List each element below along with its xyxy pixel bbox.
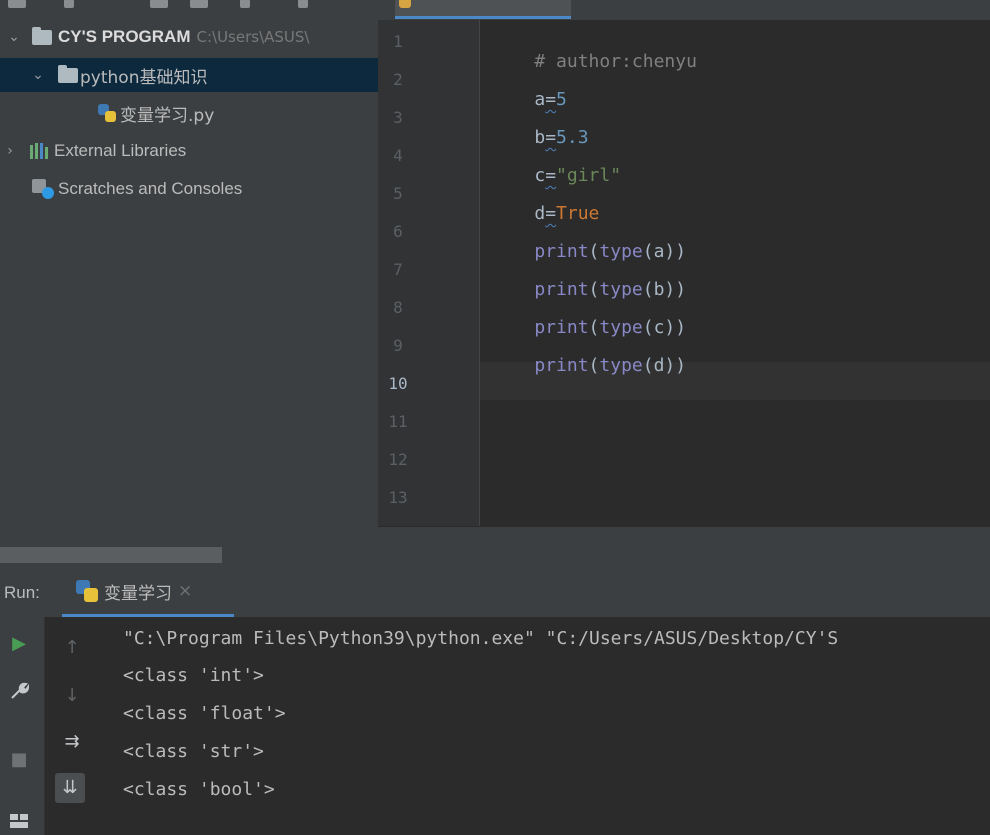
line-number-current: 10 <box>388 374 408 393</box>
project-root-path: C:\Users\ASUS\ <box>196 28 310 46</box>
scratches-label: Scratches and Consoles <box>58 179 243 198</box>
chevron-down-icon[interactable]: ⌄ <box>6 29 22 45</box>
stop-icon[interactable]: ■ <box>8 749 30 770</box>
toolbar-icon[interactable] <box>64 0 74 8</box>
punctuation: ( <box>588 355 600 376</box>
tree-item-folder[interactable]: ⌄ python基础知识 <box>0 58 378 92</box>
folder-icon <box>32 26 52 45</box>
project-root-name: CY'S PROGRAM <box>58 27 191 46</box>
tree-item-file[interactable]: 变量学习.py <box>0 96 378 130</box>
run-panel-label: Run: <box>4 583 40 602</box>
library-icon <box>30 143 48 159</box>
scratches-icon <box>32 179 54 199</box>
builtin-function: print <box>534 355 589 376</box>
run-icon[interactable]: ▶ <box>8 633 30 654</box>
scroll-to-end-icon[interactable]: ⇊ <box>55 773 85 803</box>
line-number: 7 <box>393 260 403 279</box>
line-number: 5 <box>393 184 403 203</box>
layout-icon[interactable] <box>8 813 30 834</box>
file-name: 变量学习.py <box>120 105 215 126</box>
run-secondary-toolbar: ↑ ↓ ⇉ ⇊ <box>44 617 100 835</box>
python-file-icon <box>399 0 411 8</box>
arguments: (d)) <box>642 355 687 376</box>
toolbar-icon[interactable] <box>8 0 26 8</box>
down-arrow-icon[interactable]: ↓ <box>61 685 83 706</box>
console-line: <class 'str'> <box>123 741 264 762</box>
code-editor[interactable]: 1 2 3 4 5 6 7 8 9 10 11 12 13 # author:c… <box>378 20 990 565</box>
python-file-icon <box>98 104 116 122</box>
tree-item-scratches[interactable]: Scratches and Consoles <box>0 172 378 206</box>
tree-item-project-root[interactable]: ⌄ CY'S PROGRAM C:\Users\ASUS\ <box>0 20 378 54</box>
line-number: 3 <box>393 108 403 127</box>
line-number: 1 <box>393 32 403 51</box>
line-number: 9 <box>393 336 403 355</box>
line-number: 8 <box>393 298 403 317</box>
external-libraries-label: External Libraries <box>54 141 187 160</box>
wrench-icon[interactable] <box>8 681 30 706</box>
run-tab[interactable]: 变量学习 × <box>62 565 234 617</box>
toolbar-icon[interactable] <box>240 0 250 8</box>
folder-icon <box>58 64 78 83</box>
console-line: "C:\Program Files\Python39\python.exe" "… <box>123 628 839 649</box>
horizontal-scrollbar[interactable] <box>0 547 222 563</box>
editor-bottom-bar <box>378 527 990 565</box>
project-panel: ⌄ CY'S PROGRAM C:\Users\ASUS\ ⌄ python基础… <box>0 20 378 565</box>
chevron-right-icon[interactable]: › <box>2 143 18 159</box>
console-line: <class 'float'> <box>123 703 286 724</box>
builtin-function: type <box>599 355 643 376</box>
console-line: <class 'int'> <box>123 665 264 686</box>
run-tab-label: 变量学习 <box>104 583 172 604</box>
console-output[interactable]: "C:\Program Files\Python39\python.exe" "… <box>100 617 990 835</box>
folder-name: python基础知识 <box>80 67 208 88</box>
line-number: 11 <box>388 412 408 431</box>
toolbar-icon[interactable] <box>190 0 208 8</box>
line-number: 2 <box>393 70 403 89</box>
line-number: 13 <box>388 488 408 507</box>
run-toolbar: ▶ ■ <box>0 617 44 835</box>
line-number: 4 <box>393 146 403 165</box>
gutter-separator <box>479 20 480 526</box>
run-panel-header: Run: 变量学习 × <box>0 565 990 617</box>
console-line: <class 'bool'> <box>123 779 275 800</box>
line-number: 6 <box>393 222 403 241</box>
close-icon[interactable]: × <box>178 581 192 601</box>
code-line: print(type(d)) <box>491 334 686 397</box>
toolbar-icon[interactable] <box>150 0 168 8</box>
line-number: 12 <box>388 450 408 469</box>
active-tab-indicator <box>395 16 571 19</box>
up-arrow-icon[interactable]: ↑ <box>61 637 83 658</box>
chevron-down-icon[interactable]: ⌄ <box>30 67 46 83</box>
soft-wrap-icon[interactable]: ⇉ <box>61 731 83 752</box>
tree-item-external-libraries[interactable]: › External Libraries <box>0 134 378 168</box>
toolbar-icon[interactable] <box>298 0 308 8</box>
python-file-icon <box>76 580 98 602</box>
